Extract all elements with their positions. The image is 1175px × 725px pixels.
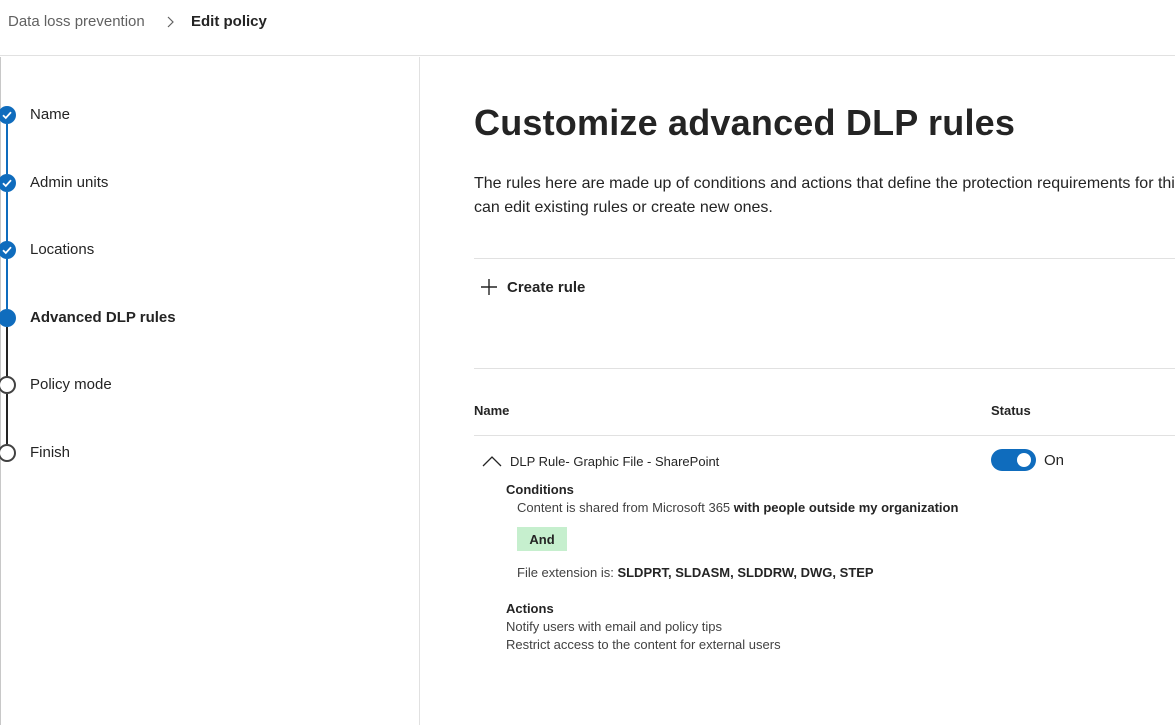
create-rule-label: Create rule [507,278,586,296]
breadcrumb: Data loss prevention Edit policy [0,0,1175,56]
action-restrict-access: Restrict access to the content for exter… [506,637,781,652]
step-connector [6,327,8,377]
rule-name[interactable]: DLP Rule- Graphic File - SharePoint [510,454,719,469]
and-operator-badge: And [517,527,567,551]
page-description: The rules here are made up of conditions… [474,175,1175,216]
chevron-right-icon [167,16,174,28]
step-admin-units[interactable]: Admin units [30,174,108,191]
page-description-container: The rules here are made up of conditions… [474,170,1175,222]
chevron-up-icon[interactable] [482,454,502,468]
divider [474,368,1175,369]
actions-title: Actions [506,601,554,616]
conditions-title: Conditions [506,482,574,497]
table-row: DLP Rule- Graphic File - SharePoint On C… [474,436,1175,666]
page-title: Customize advanced DLP rules [474,102,1016,143]
step-connector [6,394,8,444]
condition-shared-content: Content is shared from Microsoft 365 wit… [517,500,958,515]
rule-status-toggle[interactable] [991,449,1036,471]
step-connector [6,259,8,309]
column-header-status[interactable]: Status [991,403,1031,418]
step-name[interactable]: Name [30,106,70,123]
condition-text: File extension is: [517,565,618,580]
step-connector [6,192,8,242]
condition-value: SLDPRT, SLDASM, SLDDRW, DWG, STEP [617,565,874,580]
condition-text: Content is shared from Microsoft 365 [517,500,734,515]
step-connector [6,124,8,174]
step-advanced-dlp-rules[interactable]: Advanced DLP rules [30,309,176,326]
column-header-name[interactable]: Name [474,403,509,418]
breadcrumb-data-loss-prevention[interactable]: Data loss prevention [8,13,145,30]
step-locations[interactable]: Locations [30,241,94,258]
step-policy-mode[interactable]: Policy mode [30,376,112,393]
condition-value: with people outside my organization [733,500,959,515]
toggle-knob [1017,453,1031,467]
breadcrumb-edit-policy: Edit policy [191,13,267,30]
rule-status-label: On [1044,452,1065,469]
add-icon [481,279,497,295]
condition-file-extension: File extension is: SLDPRT, SLDASM, SLDDR… [517,565,874,580]
divider [474,258,1175,259]
create-rule-button[interactable]: Create rule [480,273,585,301]
step-finish[interactable]: Finish [30,444,70,461]
action-notify-users: Notify users with email and policy tips [506,619,723,634]
